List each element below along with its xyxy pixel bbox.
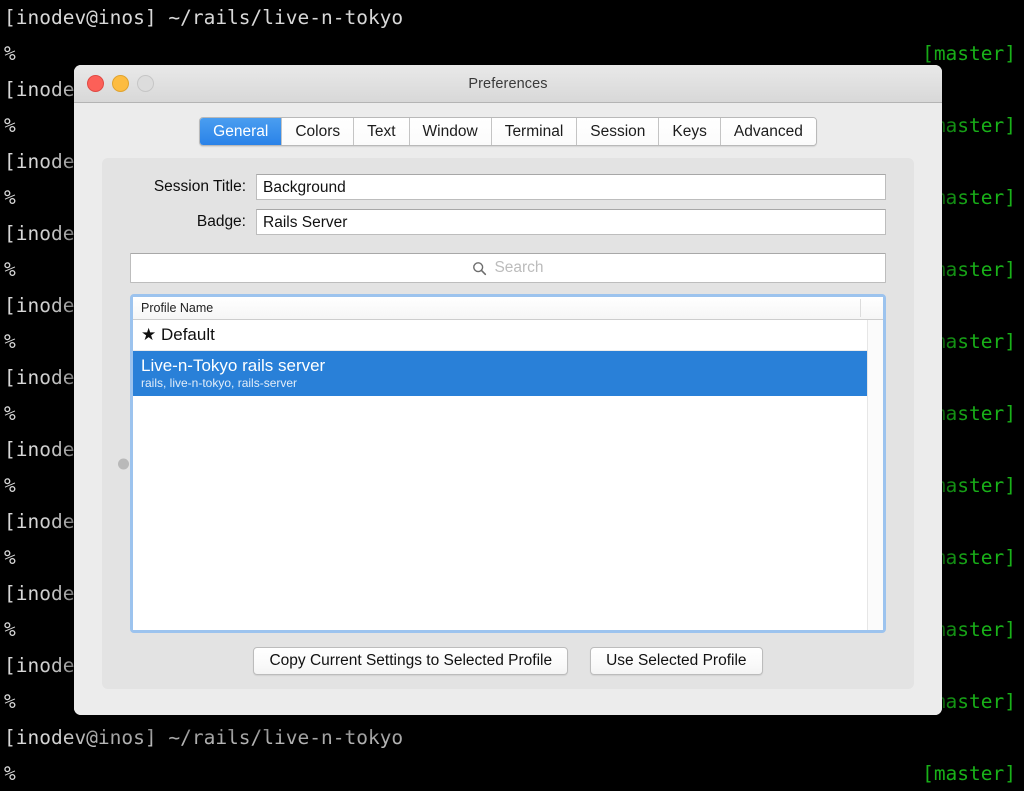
badge-input[interactable]: Rails Server bbox=[256, 209, 886, 235]
terminal-line: [inodev@inos] ~/rails/live-n-tokyo bbox=[4, 726, 404, 749]
session-title-label: Session Title: bbox=[153, 178, 246, 195]
session-title-input[interactable]: Background bbox=[256, 174, 886, 200]
search-icon bbox=[473, 261, 487, 275]
search-placeholder: Search bbox=[494, 259, 544, 276]
default-star-icon: ★ bbox=[141, 325, 161, 344]
profile-name: Default bbox=[160, 325, 215, 344]
profile-actions: Copy Current Settings to Selected Profil… bbox=[130, 647, 886, 675]
tab-group: General Colors Text Window Terminal Sess… bbox=[199, 117, 817, 146]
profile-row-title: ★ Default bbox=[141, 324, 875, 345]
minimize-button[interactable] bbox=[112, 75, 129, 92]
profile-name: Live-n-Tokyo rails server bbox=[141, 356, 326, 375]
terminal-line: % [master] bbox=[0, 756, 1024, 791]
drawer-resize-handle[interactable] bbox=[118, 458, 129, 469]
zoom-button bbox=[137, 75, 154, 92]
tab-general[interactable]: General bbox=[200, 118, 283, 145]
window-body: General Colors Text Window Terminal Sess… bbox=[74, 103, 942, 715]
column-header-profile-name[interactable]: Profile Name bbox=[141, 301, 213, 315]
profile-list: Profile Name ★ Default Live-n-Tokyo rail… bbox=[118, 294, 886, 633]
terminal-line: [inodev@inos] ~/rails/live-n-tokyo bbox=[4, 6, 404, 29]
tab-window[interactable]: Window bbox=[409, 118, 492, 145]
window-title: Preferences bbox=[468, 75, 548, 92]
badge-row: Badge: Rails Server bbox=[130, 209, 886, 235]
profile-list-header: Profile Name bbox=[133, 297, 883, 320]
tab-bar: General Colors Text Window Terminal Sess… bbox=[74, 117, 942, 146]
tab-terminal[interactable]: Terminal bbox=[491, 118, 578, 145]
tab-session[interactable]: Session bbox=[577, 118, 660, 145]
tab-text[interactable]: Text bbox=[354, 118, 410, 145]
tab-keys[interactable]: Keys bbox=[659, 118, 721, 145]
profile-tags: rails, live-n-tokyo, rails-server bbox=[141, 376, 298, 390]
tab-advanced[interactable]: Advanced bbox=[720, 118, 816, 145]
preferences-window: Preferences General Colors Text Window T… bbox=[74, 65, 942, 715]
list-item-live-n-tokyo-rails-server[interactable]: Live-n-Tokyo rails server rails, live-n-… bbox=[133, 351, 883, 396]
badge-label: Badge: bbox=[196, 213, 246, 230]
session-title-row: Session Title: Background bbox=[130, 174, 886, 200]
copy-current-settings-button[interactable]: Copy Current Settings to Selected Profil… bbox=[253, 647, 569, 675]
tab-colors[interactable]: Colors bbox=[282, 118, 355, 145]
window-controls bbox=[87, 65, 154, 102]
search-input[interactable]: Search bbox=[130, 253, 886, 283]
column-divider bbox=[860, 299, 861, 317]
profile-list-body: ★ Default Live-n-Tokyo rails server rail… bbox=[133, 320, 883, 630]
profile-list-scrollbar[interactable] bbox=[867, 320, 883, 630]
close-button[interactable] bbox=[87, 75, 104, 92]
general-settings-content: Session Title: Background Badge: Rails S… bbox=[102, 158, 914, 689]
git-branch-indicator: [master] bbox=[922, 762, 1016, 785]
use-selected-profile-button[interactable]: Use Selected Profile bbox=[590, 647, 763, 675]
list-item-default[interactable]: ★ Default bbox=[133, 320, 883, 351]
window-titlebar: Preferences bbox=[74, 65, 942, 103]
